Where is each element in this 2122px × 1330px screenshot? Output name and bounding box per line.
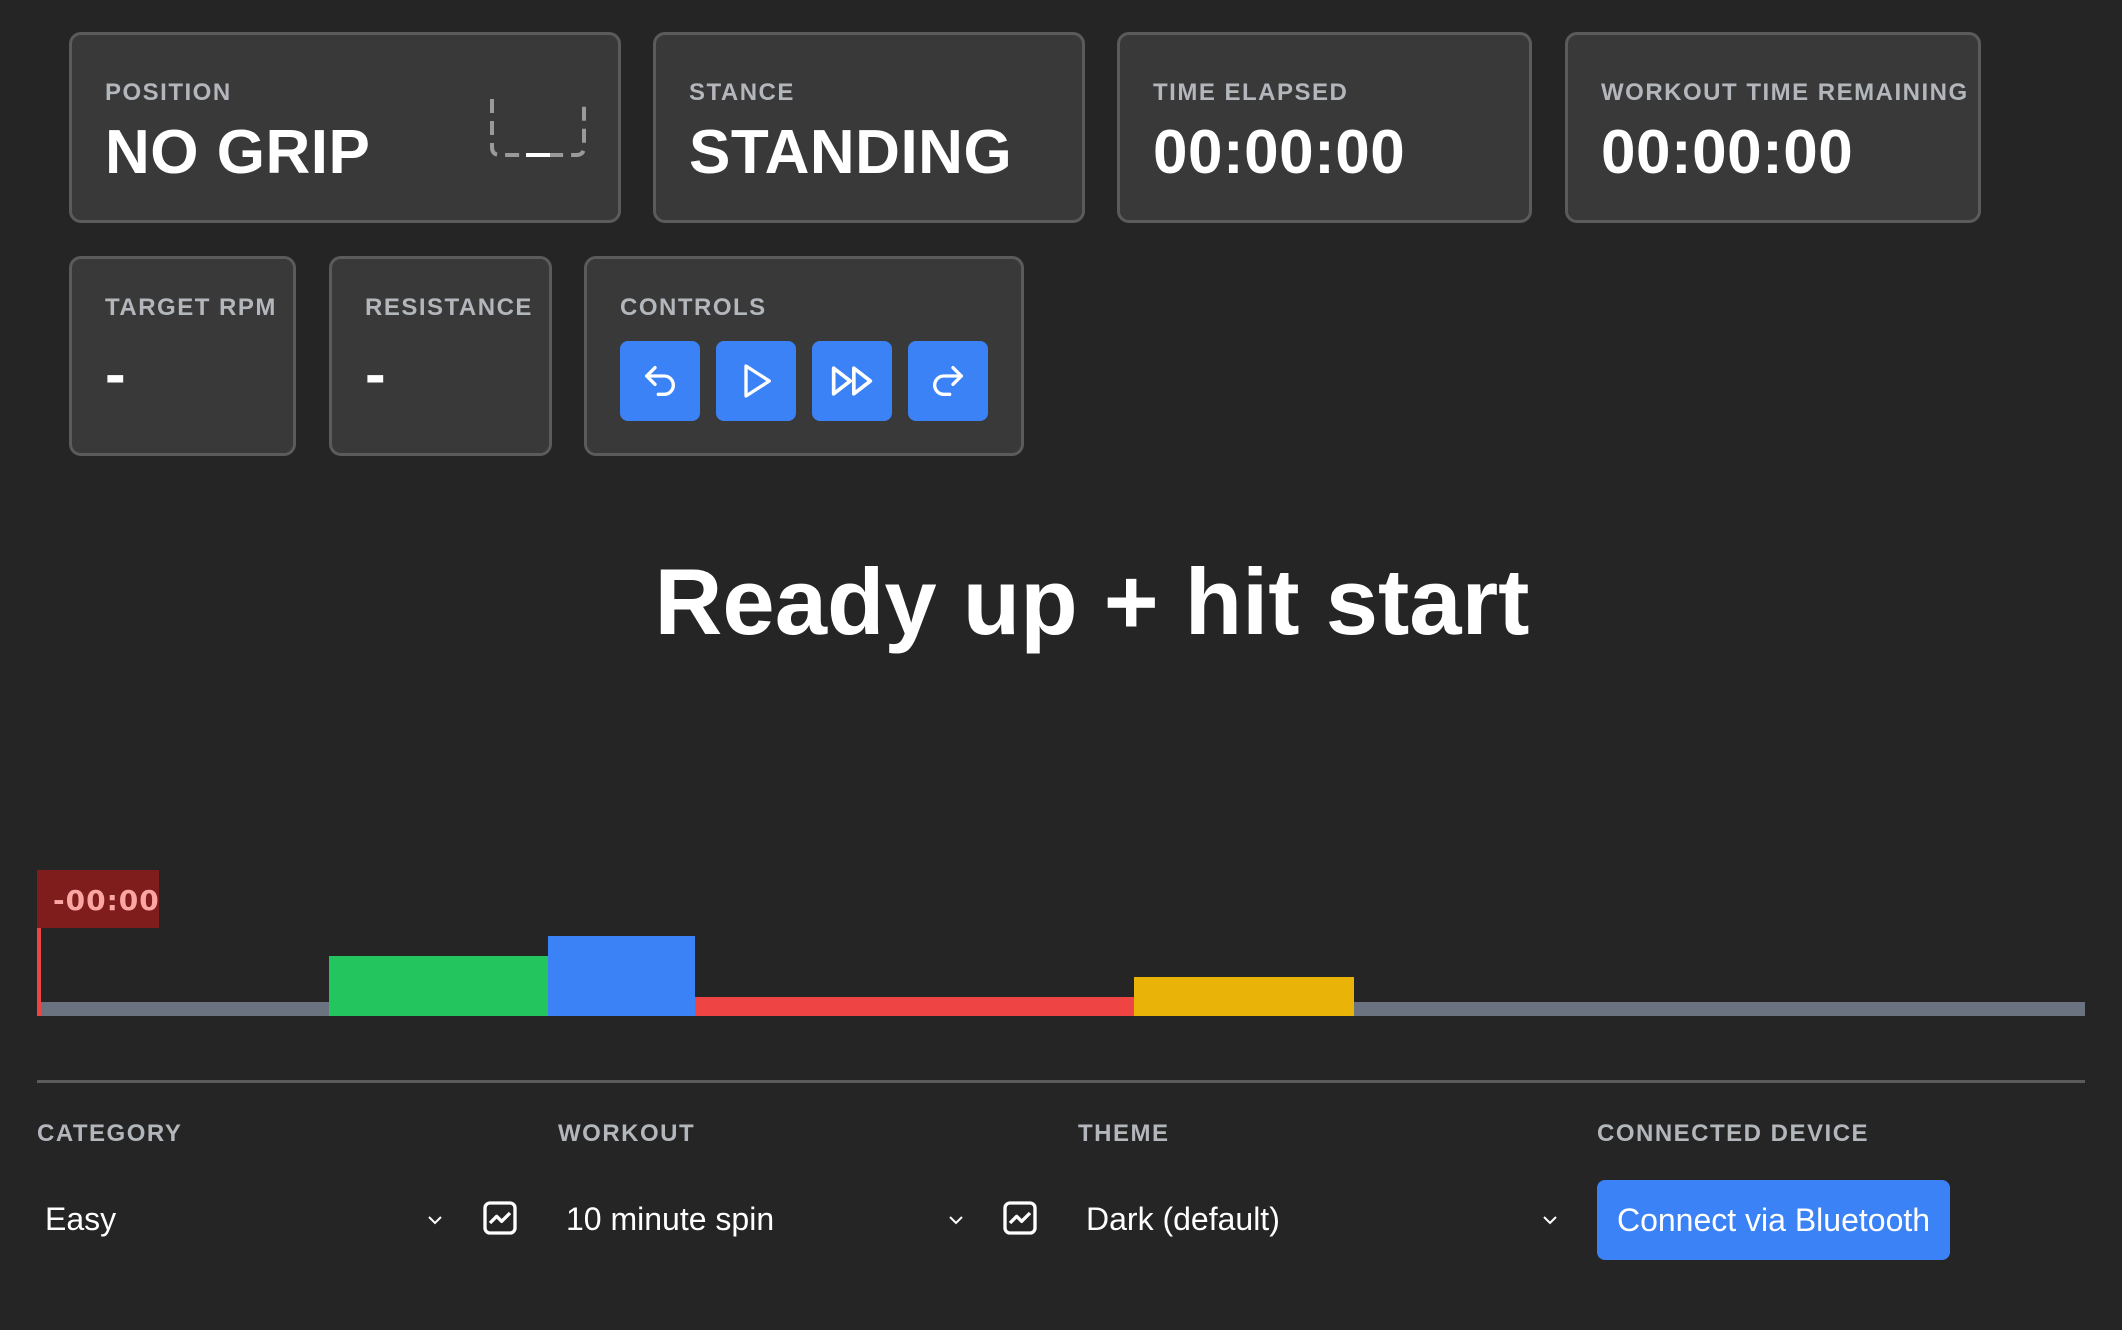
timeline-segment-green (329, 956, 548, 1016)
no-grip-icon (490, 99, 586, 157)
undo-icon (645, 366, 675, 396)
redo-icon (933, 366, 963, 396)
category-chart-icon[interactable] (480, 1198, 520, 1238)
time-remaining-value: 00:00:00 (1601, 118, 1854, 187)
play-icon (744, 364, 771, 398)
theme-select[interactable]: Dark (default) (1078, 1180, 1562, 1258)
target-rpm-card: TARGET RPM - (69, 256, 296, 456)
target-rpm-value: - (105, 340, 127, 409)
fast-forward-button[interactable] (812, 341, 892, 421)
timeline-time-badge: -00:00 (37, 870, 159, 928)
redo-button[interactable] (908, 341, 988, 421)
position-card: POSITION NO GRIP (69, 32, 621, 223)
position-value: NO GRIP (105, 118, 371, 187)
resistance-label: RESISTANCE (365, 294, 533, 321)
controls-label: CONTROLS (620, 294, 767, 321)
time-elapsed-value: 00:00:00 (1153, 118, 1406, 187)
time-remaining-label: WORKOUT TIME REMAINING (1601, 79, 1969, 106)
controls-card: CONTROLS (584, 256, 1024, 456)
workout-select[interactable]: 10 minute spin (558, 1180, 968, 1258)
timeline-segment-base-1 (37, 1002, 329, 1016)
play-button[interactable] (716, 341, 796, 421)
undo-button[interactable] (620, 341, 700, 421)
chevron-down-icon (949, 1216, 963, 1225)
workout-chart-icon[interactable] (1000, 1198, 1040, 1238)
stance-label: STANCE (689, 79, 795, 106)
section-divider (37, 1080, 2085, 1083)
connected-device-label: CONNECTED DEVICE (1597, 1120, 1870, 1147)
fast-forward-icon (831, 366, 873, 396)
time-remaining-card: WORKOUT TIME REMAINING 00:00:00 (1565, 32, 1981, 223)
timeline-segment-red (695, 997, 1134, 1016)
workout-value: 10 minute spin (566, 1200, 775, 1237)
time-elapsed-card: TIME ELAPSED 00:00:00 (1117, 32, 1532, 223)
chevron-down-icon (428, 1216, 442, 1225)
resistance-card: RESISTANCE - (329, 256, 552, 456)
timeline-segment-yellow (1134, 977, 1354, 1016)
workout-timeline[interactable]: -00:00 (37, 870, 2085, 1016)
target-rpm-label: TARGET RPM (105, 294, 277, 321)
workout-label: WORKOUT (558, 1120, 696, 1147)
category-value: Easy (45, 1200, 117, 1237)
position-label: POSITION (105, 79, 232, 106)
theme-label: THEME (1078, 1120, 1170, 1147)
connect-bluetooth-button[interactable]: Connect via Bluetooth (1597, 1180, 1950, 1260)
stance-card: STANCE STANDING (653, 32, 1085, 223)
status-headline: Ready up + hit start (654, 549, 1530, 654)
resistance-value: - (365, 340, 387, 409)
category-label: CATEGORY (37, 1120, 183, 1147)
timeline-segment-base-2 (1354, 1002, 2085, 1016)
time-elapsed-label: TIME ELAPSED (1153, 79, 1349, 106)
stance-value: STANDING (689, 118, 1013, 187)
chevron-down-icon (1543, 1216, 1557, 1225)
theme-value: Dark (default) (1086, 1200, 1280, 1237)
category-select[interactable]: Easy (37, 1180, 447, 1258)
timeline-segment-blue (548, 936, 695, 1016)
